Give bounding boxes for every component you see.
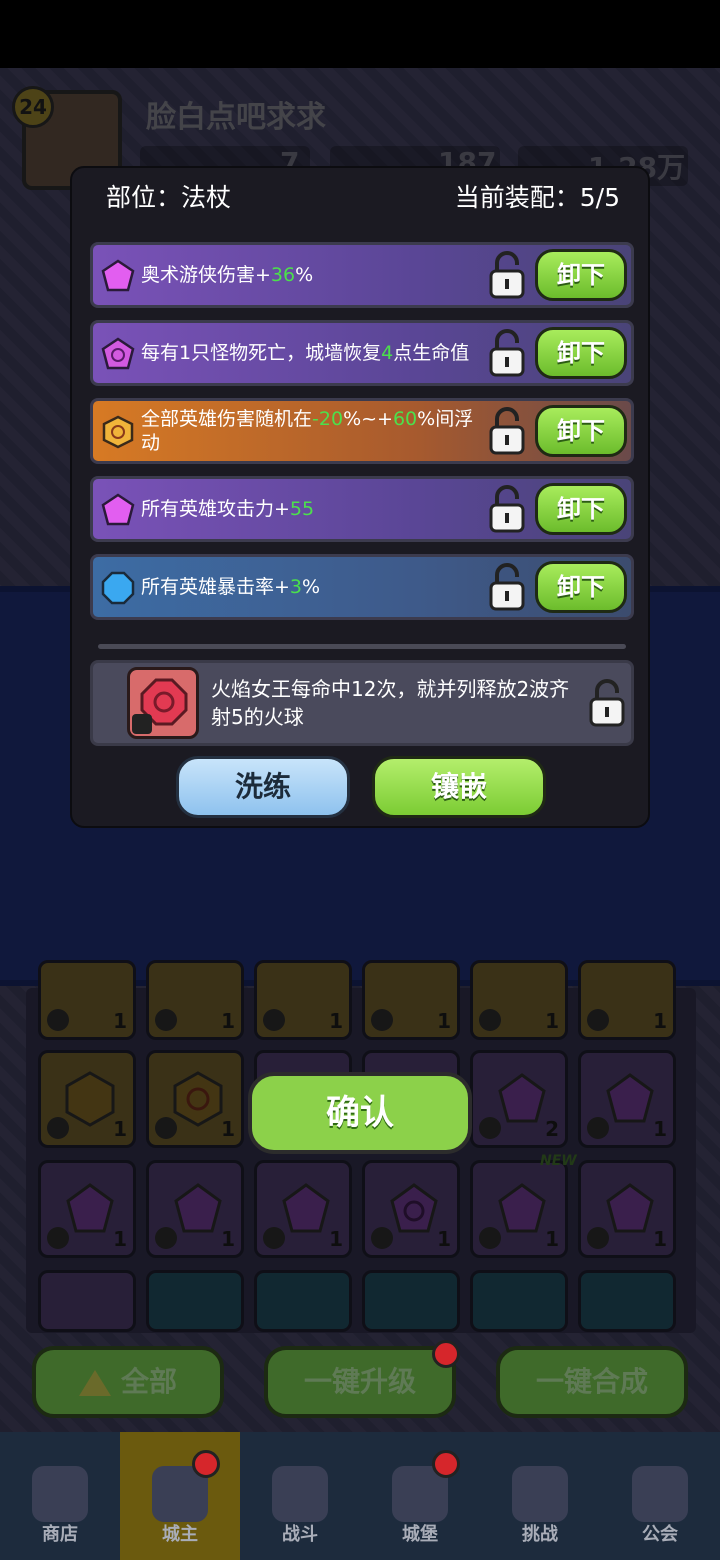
status-bar [0, 0, 720, 68]
unequip-button[interactable]: 卸下 [535, 405, 627, 457]
unequip-button[interactable]: 卸下 [535, 249, 627, 301]
affix-text: 每有1只怪物死亡，城墙恢复4点生命值 [141, 342, 470, 364]
affix-row: 奥术游侠伤害+36% 卸下 [90, 242, 634, 308]
bottom-nav: 商店 城主 战斗 城堡 挑战 公会 [0, 1432, 720, 1560]
notification-dot [432, 1340, 460, 1368]
reroll-button[interactable]: 洗练 [176, 756, 350, 818]
blue-octagon-gem-icon [101, 571, 135, 605]
pickaxe-icon [132, 714, 152, 734]
unlocked-padlock-icon[interactable] [487, 251, 527, 299]
banner-icon [632, 1466, 688, 1522]
divider [98, 644, 626, 649]
crossed-swords-icon [272, 1466, 328, 1522]
unlocked-padlock-icon[interactable] [487, 563, 527, 611]
gem-socket-modal: 部位：法杖 当前装配：5/5 奥术游侠伤害+36% 卸下 每有1只怪物死亡，城墙… [70, 166, 650, 828]
shop-icon [32, 1466, 88, 1522]
nav-challenge[interactable]: 挑战 [480, 1432, 600, 1560]
notification-dot [432, 1450, 460, 1478]
equipped-count-label: 当前装配：5/5 [454, 183, 620, 212]
unequip-button[interactable]: 卸下 [535, 483, 627, 535]
unlocked-padlock-icon[interactable] [487, 329, 527, 377]
affix-text: 所有英雄暴击率+3% [141, 576, 321, 598]
nav-shop[interactable]: 商店 [0, 1432, 120, 1560]
nav-castle[interactable]: 城堡 [360, 1432, 480, 1560]
affix-text: 奥术游侠伤害+36% [141, 264, 314, 286]
purple-pentagon-gem-icon [101, 493, 135, 526]
one-click-upgrade-button[interactable]: 一键升级 [264, 1346, 456, 1418]
unlocked-padlock-icon[interactable] [487, 407, 527, 455]
unlocked-padlock-icon[interactable] [487, 485, 527, 533]
affix-row: 所有英雄攻击力+55 卸下 [90, 476, 634, 542]
purple-swirl-gem-icon [101, 337, 135, 370]
filter-all-button[interactable]: 全部 [32, 1346, 224, 1418]
unequip-button[interactable]: 卸下 [535, 327, 627, 379]
nav-lord[interactable]: 城主 [120, 1432, 240, 1560]
equipment-part-label: 部位：法杖 [106, 183, 232, 212]
confirm-button[interactable]: 确认 [248, 1072, 472, 1154]
one-click-merge-button[interactable]: 一键合成 [496, 1346, 688, 1418]
special-skill-text: 火焰女王每命中12次，就并列释放2波齐射5的火球 [211, 677, 570, 729]
triangle-icon [78, 1370, 111, 1396]
demon-icon [512, 1466, 568, 1522]
purple-pentagon-gem-icon [101, 259, 135, 292]
unequip-button[interactable]: 卸下 [535, 561, 627, 613]
special-skill-row: 火焰女王每命中12次，就并列释放2波齐射5的火球 [90, 660, 634, 746]
affix-text: 全部英雄伤害随机在-20%~+60%间浮动 [141, 408, 474, 454]
affix-row: 全部英雄伤害随机在-20%~+60%间浮动 卸下 [90, 398, 634, 464]
nav-battle[interactable]: 战斗 [240, 1432, 360, 1560]
affix-text: 所有英雄攻击力+55 [141, 498, 315, 520]
affix-row: 每有1只怪物死亡，城墙恢复4点生命值 卸下 [90, 320, 634, 386]
affix-row: 所有英雄暴击率+3% 卸下 [90, 554, 634, 620]
special-gem-slot[interactable] [127, 667, 199, 739]
unlocked-padlock-icon[interactable] [587, 679, 627, 727]
inlay-button[interactable]: 镶嵌 [372, 756, 546, 818]
nav-guild[interactable]: 公会 [600, 1432, 720, 1560]
gold-swirl-gem-icon [102, 415, 134, 449]
notification-dot [192, 1450, 220, 1478]
